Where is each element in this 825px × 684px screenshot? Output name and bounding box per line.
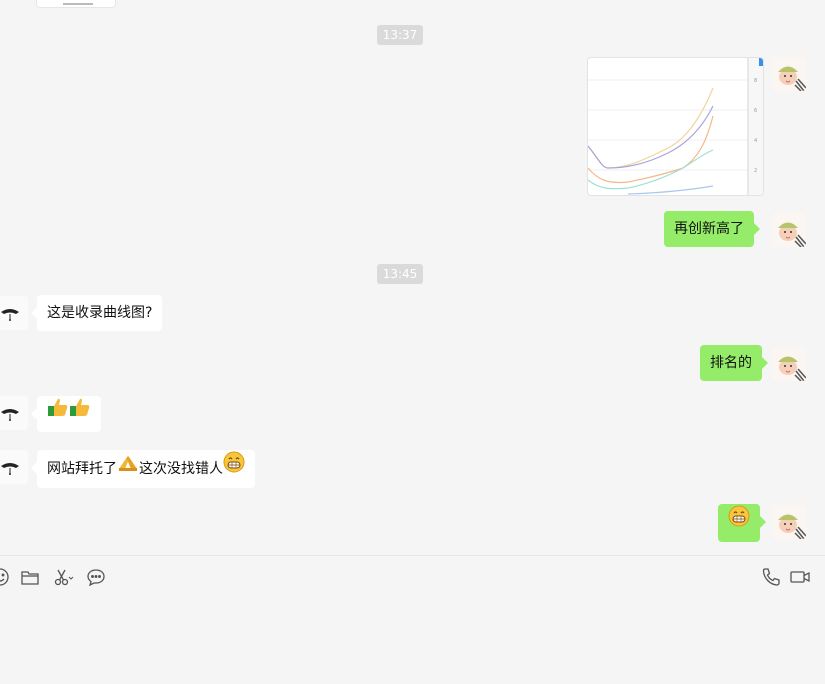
svg-text:2: 2 <box>754 168 757 174</box>
avatar-contact[interactable] <box>0 396 28 430</box>
message-input-area[interactable] <box>0 596 825 684</box>
chat-history-icon[interactable] <box>85 566 107 588</box>
grinning-face-icon <box>223 450 245 488</box>
svg-text:4: 4 <box>754 138 757 144</box>
screenshot-scissors-icon[interactable] <box>52 566 74 588</box>
avatar-self[interactable] <box>772 213 806 247</box>
thumbs-up-icon <box>69 396 91 432</box>
message-bubble-outgoing[interactable]: 再创新高了 <box>664 211 760 247</box>
previous-message-fragment[interactable] <box>36 0 116 8</box>
message-bubble-incoming[interactable]: 网站拜托了 这次没找错人 <box>31 450 255 488</box>
image-message-chart-thumbnail[interactable]: 8 6 4 2 <box>587 57 764 196</box>
avatar-self[interactable] <box>772 57 806 91</box>
voice-call-icon[interactable] <box>760 566 782 588</box>
message-bubble-incoming[interactable]: 这是收录曲线图? <box>30 295 163 331</box>
folder-icon[interactable] <box>19 566 41 588</box>
timestamp: 13:37 <box>377 25 423 45</box>
message-text: 这次没找错人 <box>139 461 223 477</box>
line-chart-thumbnail-graphic: 8 6 4 2 <box>588 58 763 195</box>
video-call-icon[interactable] <box>789 566 811 588</box>
avatar-self[interactable] <box>772 505 806 539</box>
message-bubble-outgoing-emoji[interactable] <box>718 504 766 542</box>
chat-message-area[interactable]: 13:37 8 6 4 2 再创新高了 13:45 这是收录曲线图? 排名的 网… <box>0 0 825 555</box>
message-bubble-outgoing[interactable]: 排名的 <box>700 345 768 381</box>
message-bubble-incoming-emoji[interactable] <box>31 396 101 432</box>
svg-text:8: 8 <box>754 78 757 84</box>
avatar-self[interactable] <box>772 347 806 381</box>
grinning-face-icon <box>728 504 750 542</box>
timestamp: 13:45 <box>377 264 423 284</box>
message-text: 网站拜托了 <box>47 461 117 477</box>
input-toolbar <box>0 556 825 596</box>
thumbs-up-icon <box>47 396 69 432</box>
svg-text:6: 6 <box>754 108 757 114</box>
pray-hands-icon <box>117 450 139 488</box>
avatar-contact[interactable] <box>0 296 28 330</box>
emoji-icon[interactable] <box>0 566 11 588</box>
avatar-contact[interactable] <box>0 450 28 484</box>
